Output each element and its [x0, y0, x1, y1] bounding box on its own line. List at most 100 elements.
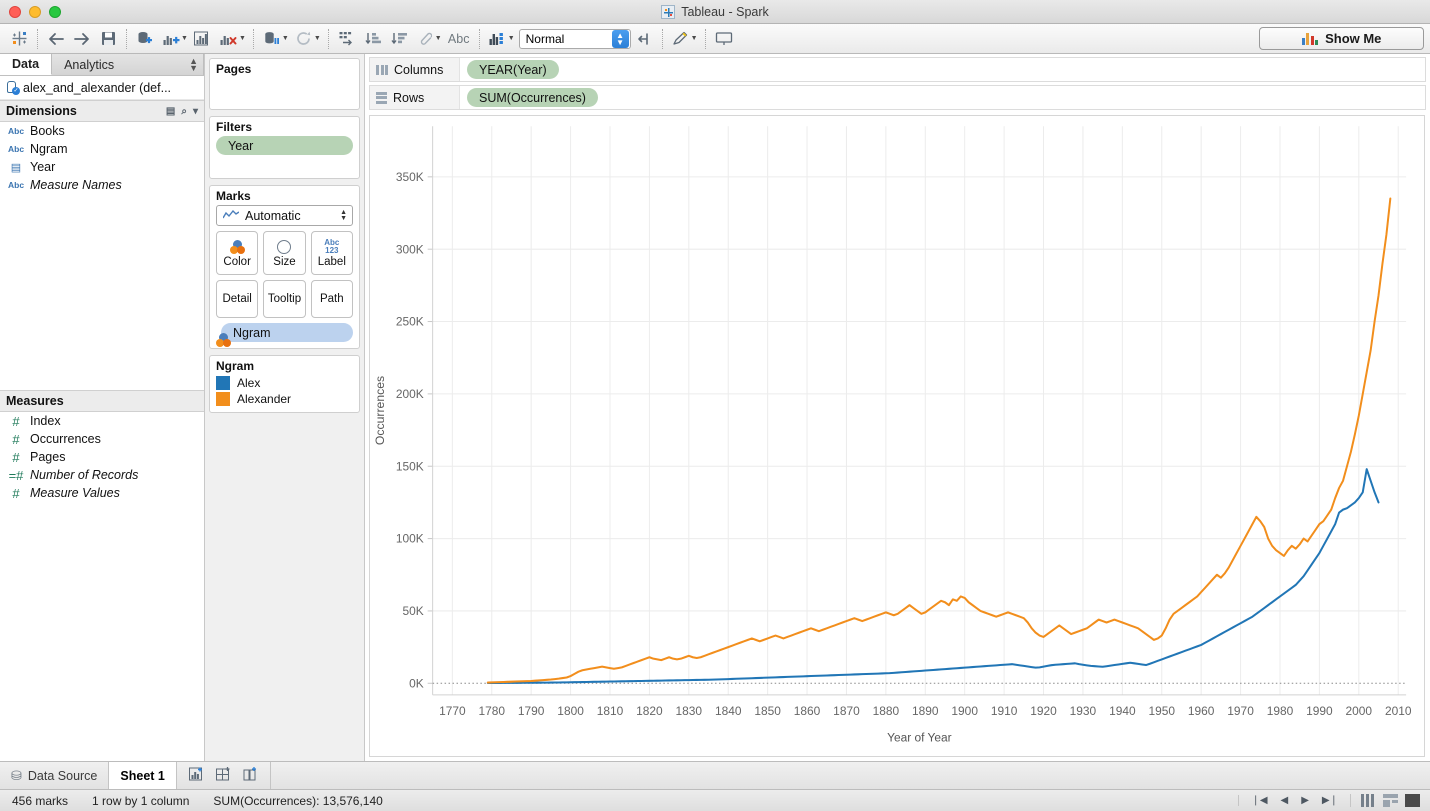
- filters-card-dropzone[interactable]: Year: [210, 136, 359, 161]
- highlighter-icon[interactable]: [668, 27, 694, 51]
- grid-view-icon[interactable]: ▤: [166, 106, 175, 117]
- single-view-button[interactable]: [1405, 794, 1420, 807]
- pause-auto-update-icon[interactable]: [259, 27, 285, 51]
- marks-detail-button[interactable]: Detail: [216, 280, 258, 318]
- clear-sheet-icon[interactable]: [216, 27, 242, 51]
- svg-text:1970: 1970: [1227, 704, 1254, 718]
- svg-text:1860: 1860: [794, 704, 821, 718]
- new-story-button[interactable]: [243, 767, 258, 784]
- pane-resize-icon[interactable]: ▲▼: [189, 58, 198, 72]
- save-icon[interactable]: [95, 27, 121, 51]
- forward-icon[interactable]: [69, 27, 95, 51]
- rows-shelf[interactable]: Rows SUM(Occurrences): [369, 85, 1426, 110]
- chevron-down-icon[interactable]: ▾: [193, 106, 198, 117]
- marks-path-button[interactable]: Path: [311, 280, 353, 318]
- svg-text:1790: 1790: [518, 704, 545, 718]
- window-title-text: Tableau - Spark: [681, 5, 769, 19]
- dimension-year[interactable]: ▤ Year: [0, 158, 204, 176]
- legend-swatch: [216, 376, 230, 390]
- dimension-ngram[interactable]: Abc Ngram: [0, 140, 204, 158]
- sort-descending-icon[interactable]: [386, 27, 412, 51]
- filters-card: Filters Year: [209, 116, 360, 179]
- mixed-view-button[interactable]: [1383, 794, 1398, 807]
- grid-view-button[interactable]: [1361, 794, 1376, 807]
- columns-pill-year[interactable]: YEAR(Year): [467, 60, 559, 79]
- highlight-icon[interactable]: [412, 27, 438, 51]
- new-data-source-icon[interactable]: [132, 27, 158, 51]
- refresh-icon[interactable]: [291, 27, 317, 51]
- chart-canvas[interactable]: 1770178017901800181018201830184018501860…: [369, 115, 1425, 757]
- marks-label-button[interactable]: Abc123 Label: [311, 231, 353, 275]
- abc-icon: Abc: [8, 144, 24, 154]
- rows-shelf-label: Rows: [393, 91, 424, 105]
- marks-color-button[interactable]: Color: [216, 231, 258, 275]
- rows-pill-occurrences[interactable]: SUM(Occurrences): [467, 88, 598, 107]
- dimension-measure-names[interactable]: Abc Measure Names: [0, 176, 204, 194]
- swap-rows-columns-icon[interactable]: [334, 27, 360, 51]
- presentation-icon[interactable]: [711, 27, 737, 51]
- measures-spacer: [0, 506, 204, 761]
- measure-label: Occurrences: [30, 432, 101, 446]
- nav-first-button[interactable]: ❘◀: [1251, 795, 1267, 806]
- svg-text:1930: 1930: [1070, 704, 1097, 718]
- pages-card-dropzone[interactable]: [210, 78, 359, 84]
- fit-chart-icon[interactable]: [485, 27, 511, 51]
- abc-icon: Abc: [8, 180, 24, 190]
- nav-last-button[interactable]: ▶❘: [1322, 795, 1338, 806]
- legend-item-alex[interactable]: Alex: [210, 375, 359, 391]
- back-icon[interactable]: [43, 27, 69, 51]
- new-dashboard-button[interactable]: [216, 767, 231, 784]
- marks-label-label: Label: [318, 256, 346, 268]
- search-icon[interactable]: ⌕: [181, 106, 187, 117]
- nav-prev-button[interactable]: ◀: [1281, 795, 1289, 806]
- marks-tooltip-button[interactable]: Tooltip: [263, 280, 305, 318]
- fit-select[interactable]: Normal ▲▼: [519, 29, 631, 49]
- measure-number-of-records[interactable]: =# Number of Records: [0, 466, 204, 484]
- legend-item-alexander[interactable]: Alexander: [210, 391, 359, 407]
- dimension-books[interactable]: Abc Books: [0, 122, 204, 140]
- filter-pill-year[interactable]: Year: [216, 136, 353, 155]
- tab-data-source[interactable]: ⛁ Data Source: [0, 762, 109, 789]
- measure-label: Number of Records: [30, 468, 138, 482]
- tableau-logo-icon: [661, 5, 675, 19]
- data-pane-tabs: Data Analytics ▲▼: [0, 54, 204, 76]
- marks-path-label: Path: [320, 293, 344, 305]
- nav-next-button[interactable]: ▶: [1301, 795, 1309, 806]
- tab-analytics[interactable]: Analytics: [52, 54, 204, 75]
- columns-shelf[interactable]: Columns YEAR(Year): [369, 57, 1426, 82]
- new-worksheet-icon[interactable]: [158, 27, 184, 51]
- svg-text:1770: 1770: [439, 704, 466, 718]
- show-me-label: Show Me: [1325, 31, 1381, 46]
- tableau-window: Tableau - Spark ▼ ▼: [0, 0, 1430, 811]
- measure-index[interactable]: # Index: [0, 412, 204, 430]
- cards-column: Pages Filters Year Marks Automatic: [205, 54, 365, 761]
- sort-ascending-icon[interactable]: [360, 27, 386, 51]
- marks-size-button[interactable]: Size: [263, 231, 305, 275]
- legend-label: Alexander: [237, 392, 291, 406]
- tableau-home-icon[interactable]: [6, 27, 32, 51]
- svg-text:250K: 250K: [396, 314, 424, 328]
- marks-size-label: Size: [273, 256, 295, 268]
- datasource-row[interactable]: ✓ alex_and_alexander (def...: [0, 76, 204, 100]
- tab-sheet-1[interactable]: Sheet 1: [109, 762, 176, 789]
- mark-type-select[interactable]: Automatic ▲▼: [216, 205, 353, 226]
- visualization-area: Columns YEAR(Year) Rows SUM(Occurrences)…: [365, 54, 1430, 761]
- measure-measure-values[interactable]: # Measure Values: [0, 484, 204, 502]
- new-worksheet-button[interactable]: [189, 767, 204, 784]
- duplicate-sheet-icon[interactable]: [190, 27, 216, 51]
- marks-pill-ngram[interactable]: Ngram: [221, 323, 353, 342]
- abc-icon: Abc: [8, 126, 24, 136]
- pin-icon[interactable]: [631, 27, 657, 51]
- marks-encoding-pill-row: Ngram: [216, 323, 353, 342]
- show-me-button[interactable]: Show Me: [1259, 27, 1424, 50]
- stepper-icon[interactable]: ▲▼: [612, 30, 629, 48]
- toolbar-divider: [705, 29, 706, 49]
- tab-data[interactable]: Data: [0, 54, 52, 75]
- status-marks: 456 marks: [0, 794, 80, 808]
- labels-icon[interactable]: Abc: [444, 27, 474, 51]
- measure-occurrences[interactable]: # Occurrences: [0, 430, 204, 448]
- stepper-icon[interactable]: ▲▼: [340, 210, 347, 222]
- measure-pages[interactable]: # Pages: [0, 448, 204, 466]
- marks-tooltip-label: Tooltip: [268, 293, 301, 305]
- columns-icon: [376, 65, 388, 75]
